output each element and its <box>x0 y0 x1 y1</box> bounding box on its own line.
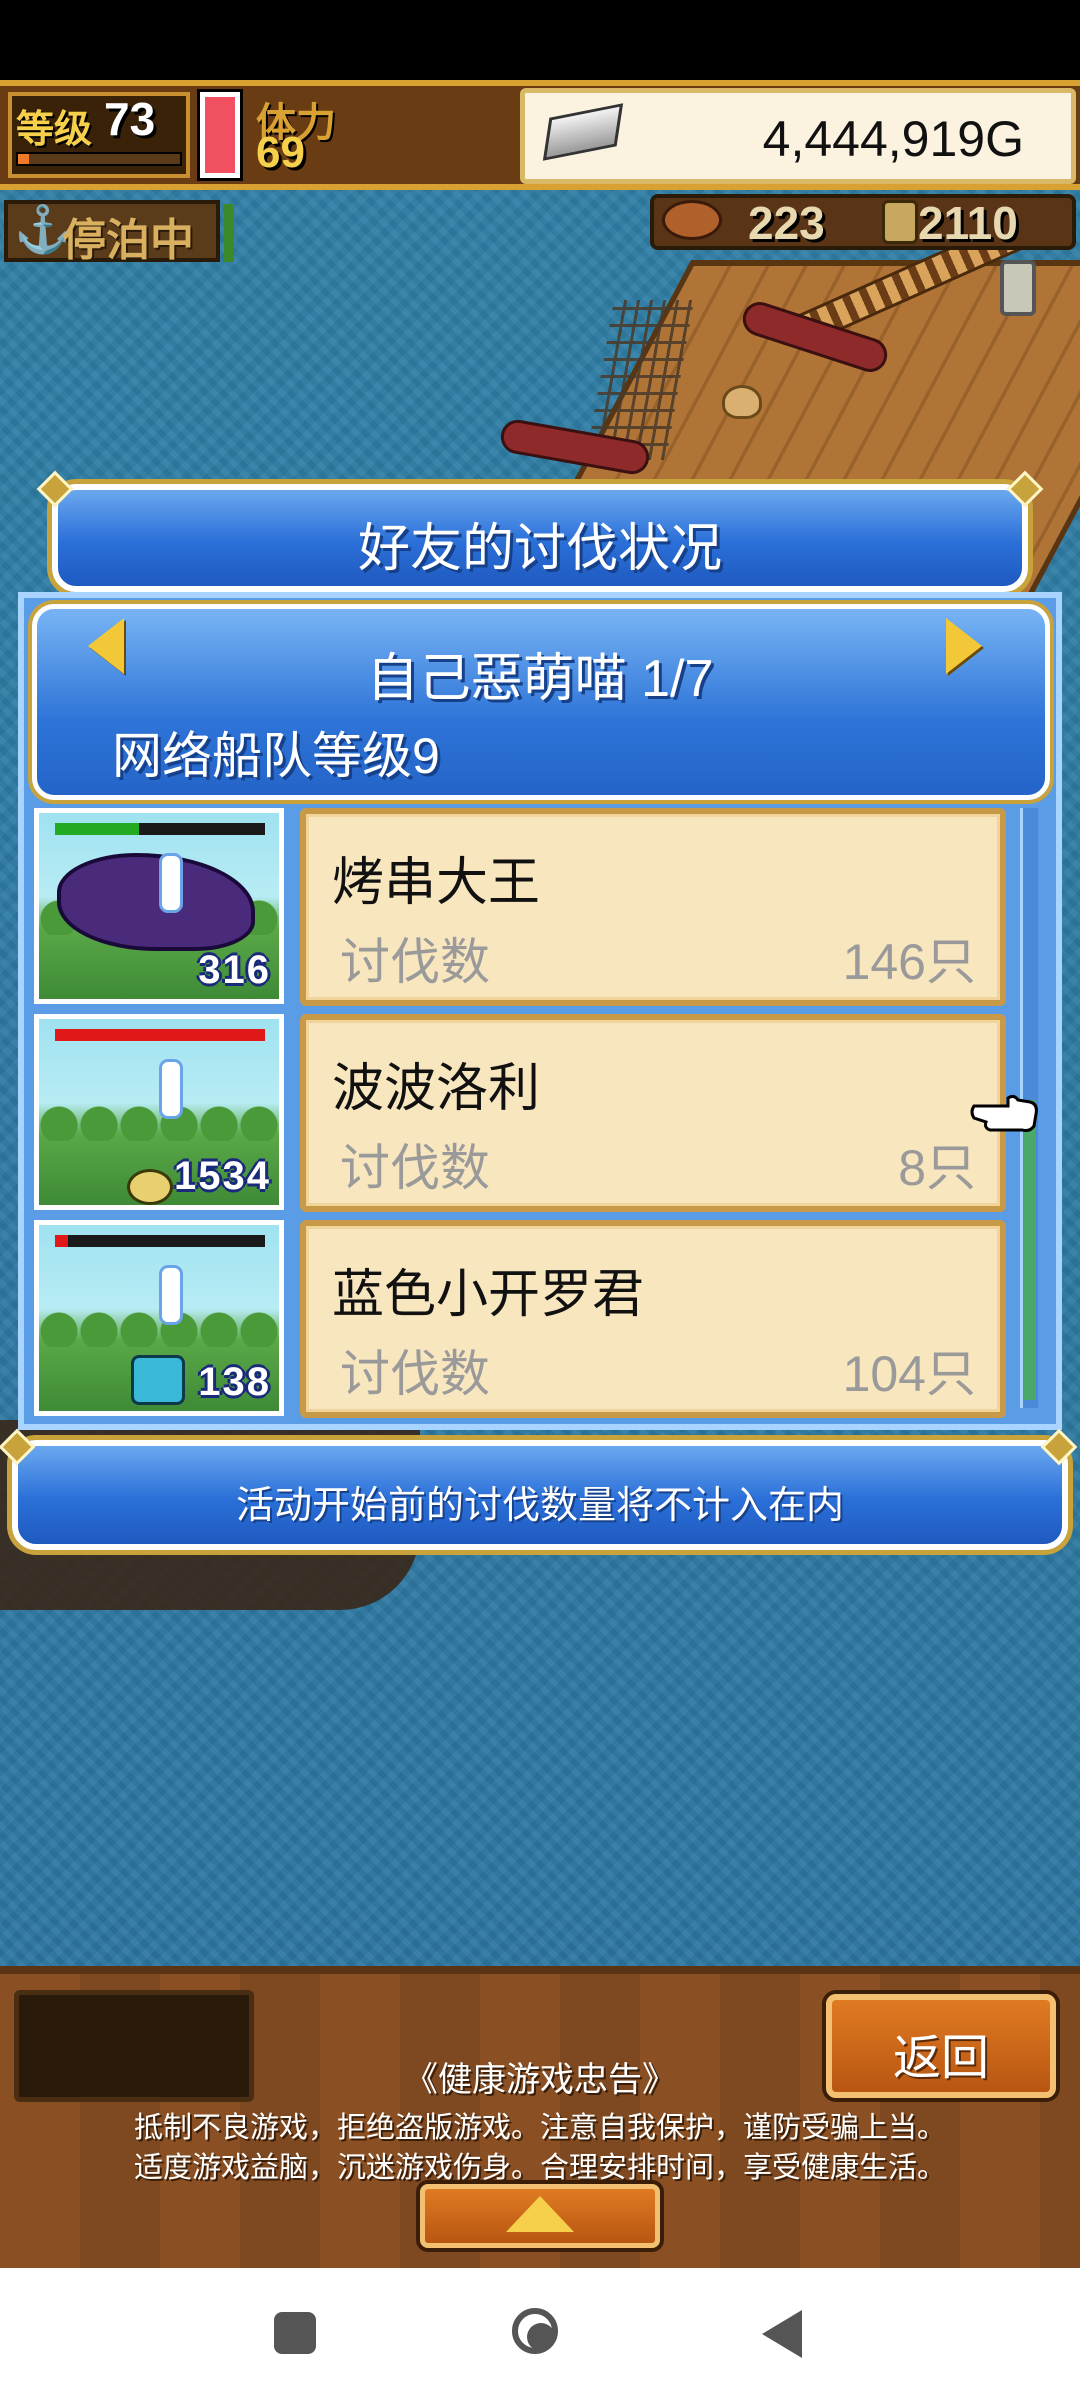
fleet-level: 网络船队等级9 <box>112 728 440 784</box>
stamina-gauge <box>200 92 240 178</box>
player-name: 波波洛利 <box>332 1060 541 1118</box>
small-monster-icon <box>127 1169 173 1205</box>
defeat-count-value: 104只 <box>842 1346 976 1402</box>
prev-friend-arrow-icon[interactable] <box>88 618 124 674</box>
material-count: 2110 <box>918 197 1018 249</box>
health-advice-line: 适度游戏益脑，沉迷游戏伤身。合理安排时间，享受健康生活。 <box>133 2152 946 2184</box>
defeat-count-label: 讨伐数 <box>340 1140 490 1196</box>
friend-name: 自己惡萌喵 1/7 <box>366 650 714 708</box>
material-icon <box>882 200 918 244</box>
thumbnail-count: 316 <box>198 948 271 992</box>
blue-monster-icon <box>131 1355 185 1405</box>
defeat-count-label: 讨伐数 <box>340 934 490 990</box>
level-label: 等级 <box>16 109 93 151</box>
player-name: 蓝色小开罗君 <box>332 1266 645 1324</box>
health-advice-title: 《健康游戏忠告》 <box>404 2061 676 2099</box>
back-triangle-icon[interactable] <box>762 2310 802 2358</box>
thumbnail-count: 138 <box>198 1360 271 1404</box>
game-screen: 等级 73 体力 69 4,444,919G ⚓ 停泊中 223 2110 好友… <box>0 0 1080 2400</box>
home-dot-icon[interactable] <box>527 2323 555 2351</box>
food-count: 223 <box>748 197 825 249</box>
next-friend-arrow-icon[interactable] <box>946 618 982 674</box>
hp-bar-fill <box>55 1235 68 1247</box>
player-name: 烤串大王 <box>332 854 541 912</box>
health-advice-line: 抵制不良游戏，拒绝盗版游戏。注意自我保护，谨防受骗上当。 <box>133 2112 946 2144</box>
monster-thumbnail: 138 <box>34 1220 284 1416</box>
sack <box>722 385 762 419</box>
position-marker <box>159 1265 183 1325</box>
defeat-count-value: 8只 <box>898 1140 976 1196</box>
moored-label: 停泊中 <box>62 216 194 265</box>
thumbnail-count: 1534 <box>174 1154 271 1198</box>
notice-text: 活动开始前的讨伐数量将不计入在内 <box>235 1485 844 1527</box>
defeat-count-label: 讨伐数 <box>340 1346 490 1402</box>
dialog-title: 好友的讨伐状况 <box>357 520 722 578</box>
scrollbar-thumb[interactable] <box>1024 1100 1036 1400</box>
recents-square-icon[interactable] <box>274 2312 316 2354</box>
bat-monster-icon <box>57 853 255 951</box>
hand-cursor-icon <box>970 1094 1038 1132</box>
lantern <box>1000 260 1036 316</box>
exp-bar <box>16 152 182 166</box>
position-marker <box>159 853 183 913</box>
hp-bar-fill <box>55 823 139 835</box>
moored-indicator <box>224 204 234 262</box>
friend-record-card[interactable]: 蓝色小开罗君 讨伐数 104只 <box>300 1220 1006 1418</box>
monster-thumbnail: 316 <box>34 808 284 1004</box>
exp-bar-fill <box>18 154 29 164</box>
friend-record-card[interactable]: 烤串大王 讨伐数 146只 <box>300 808 1006 1006</box>
stamina-value: 69 <box>256 128 305 177</box>
friend-record-card[interactable]: 波波洛利 讨伐数 8只 <box>300 1014 1006 1212</box>
gold-amount: 4,444,919G <box>762 111 1024 167</box>
up-arrow-icon[interactable] <box>506 2196 574 2232</box>
hp-bar-fill <box>55 1029 265 1041</box>
position-marker <box>159 1059 183 1119</box>
food-icon <box>662 200 722 240</box>
defeat-count-value: 146只 <box>842 934 976 990</box>
level-value: 73 <box>104 93 156 145</box>
hp-bar <box>55 1235 265 1247</box>
monster-thumbnail: 1534 <box>34 1014 284 1210</box>
